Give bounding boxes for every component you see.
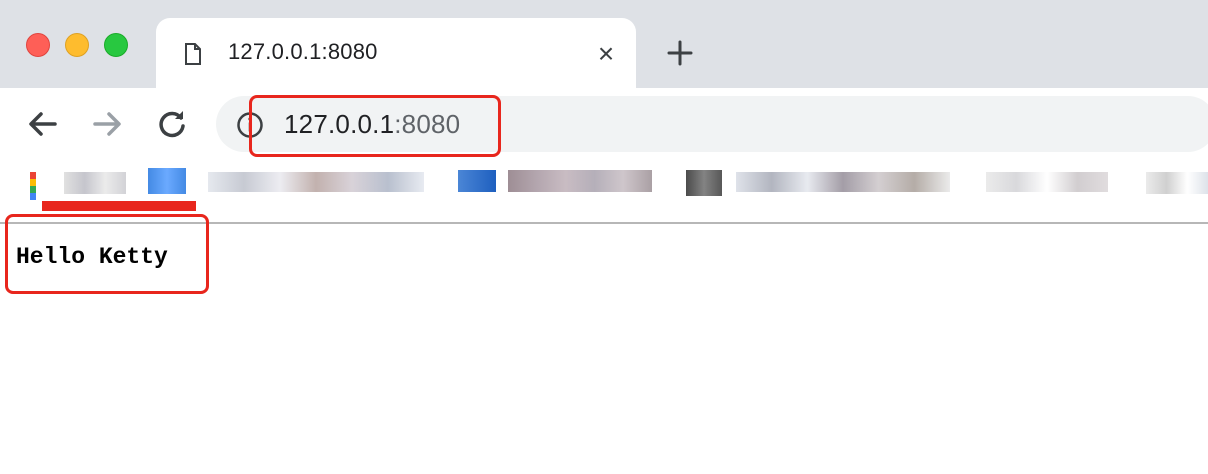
browser-toolbar: 127.0.0.1:8080 — [0, 88, 1208, 160]
forward-arrow-icon[interactable] — [89, 106, 125, 142]
bookmark-favicon[interactable] — [30, 172, 36, 200]
text-highlight-box — [5, 214, 209, 294]
bookmark-item[interactable] — [508, 170, 652, 192]
bookmark-item[interactable] — [686, 170, 722, 196]
bookmark-item[interactable] — [736, 172, 950, 192]
active-tab[interactable]: 127.0.0.1:8080 × — [156, 18, 636, 90]
page-icon — [185, 43, 201, 65]
bookmark-item[interactable] — [148, 168, 186, 194]
highlight-underline — [42, 201, 196, 211]
url-highlight-box — [249, 95, 501, 157]
bookmark-item[interactable] — [64, 172, 126, 194]
close-icon[interactable]: × — [592, 40, 620, 68]
fullscreen-window-button[interactable] — [104, 33, 128, 57]
minimize-window-button[interactable] — [65, 33, 89, 57]
browser-titlebar: 127.0.0.1:8080 × — [0, 0, 1208, 90]
reload-icon[interactable] — [154, 106, 190, 142]
bookmark-item[interactable] — [1146, 172, 1208, 194]
bookmarks-bar — [0, 160, 1208, 222]
close-window-button[interactable] — [26, 33, 50, 57]
bookmark-item[interactable] — [208, 172, 424, 192]
tab-title: 127.0.0.1:8080 — [228, 39, 378, 64]
plus-icon[interactable] — [664, 37, 696, 69]
bookmark-item[interactable] — [986, 172, 1108, 192]
back-arrow-icon[interactable] — [25, 106, 61, 142]
bookmark-item[interactable] — [458, 170, 496, 192]
